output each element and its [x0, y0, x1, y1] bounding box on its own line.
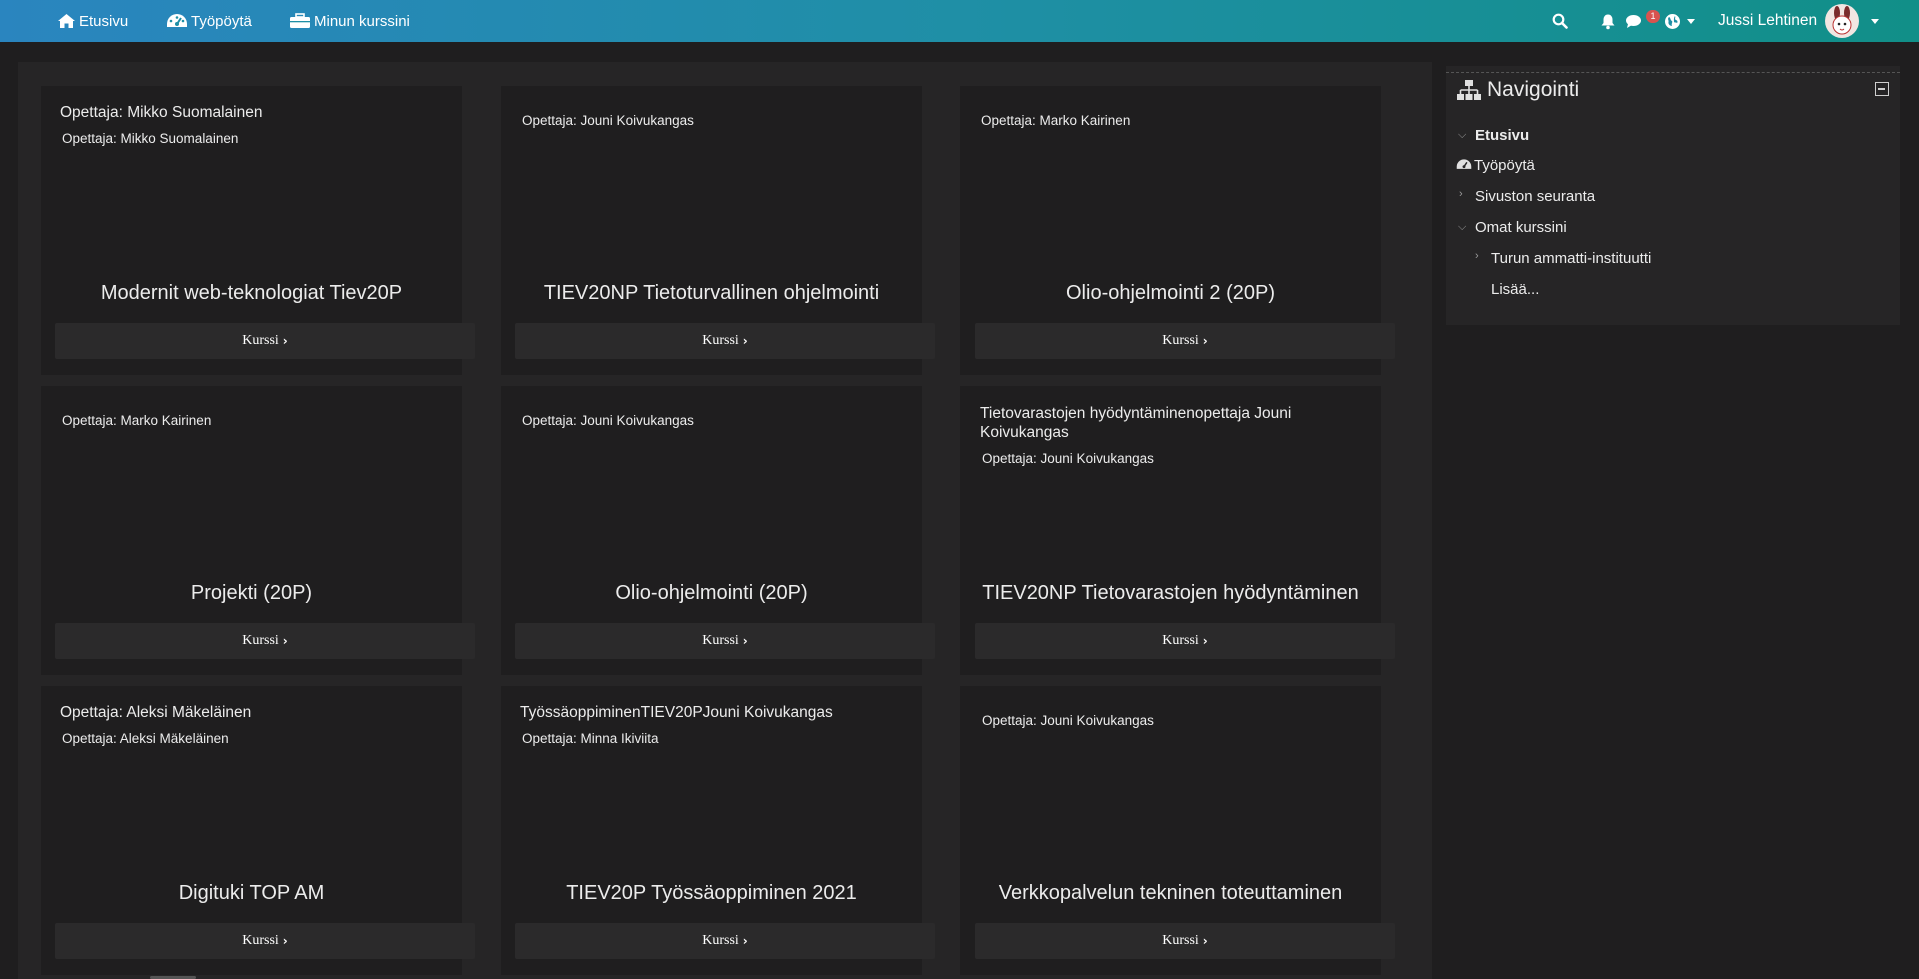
course-card: Tietovarastojen hyödyntäminenopettaja Jo…	[960, 386, 1395, 675]
course-card: Opettaja: Marko Kairinen Olio-ohjelmoint…	[960, 86, 1395, 375]
chevron-right-icon: ›	[1202, 334, 1208, 348]
notifications-button[interactable]	[1600, 0, 1616, 42]
bell-icon	[1601, 14, 1615, 29]
course-button-label: Kurssi	[702, 333, 739, 348]
chevron-down-icon: ⌵	[1458, 221, 1467, 233]
course-card: Opettaja: Jouni Koivukangas Verkkopalvel…	[960, 686, 1395, 975]
course-button-label: Kurssi	[242, 633, 279, 648]
nav-tree-item-dashboard[interactable]: Työpöytä	[1474, 157, 1535, 174]
user-menu[interactable]: Jussi Lehtinen	[1718, 0, 1880, 42]
course-button-label: Kurssi	[1162, 333, 1199, 348]
course-title[interactable]: Olio-ohjelmointi (20P)	[501, 582, 922, 605]
course-teacher: Opettaja: Jouni Koivukangas	[522, 413, 694, 428]
course-button[interactable]: Kurssi ›	[55, 323, 475, 359]
course-teacher: Opettaja: Marko Kairinen	[62, 413, 212, 428]
course-button-label: Kurssi	[702, 633, 739, 648]
course-button-label: Kurssi	[242, 333, 279, 348]
home-icon	[58, 14, 75, 28]
course-title[interactable]: Projekti (20P)	[41, 582, 462, 605]
chevron-right-icon: ›	[742, 934, 748, 948]
user-name: Jussi Lehtinen	[1718, 12, 1818, 29]
dashboard-icon	[1456, 159, 1472, 169]
course-button[interactable]: Kurssi ›	[975, 923, 1395, 959]
block-divider	[1446, 72, 1900, 73]
chevron-right-icon: ›	[282, 634, 288, 648]
course-card: Opettaja: Jouni Koivukangas TIEV20NP Tie…	[501, 86, 935, 375]
search-icon	[1552, 13, 1568, 29]
course-summary: TyössäoppiminenTIEV20PJouni Koivukangas	[520, 704, 833, 721]
nav-tree-item-home[interactable]: Etusivu	[1475, 127, 1529, 144]
course-button[interactable]: Kurssi ›	[515, 623, 935, 659]
language-menu[interactable]	[1664, 0, 1695, 42]
course-button-label: Kurssi	[1162, 933, 1199, 948]
nav-my-courses-link[interactable]: Minun kurssini	[289, 0, 410, 42]
course-button[interactable]: Kurssi ›	[975, 623, 1395, 659]
course-title[interactable]: TIEV20P Työssäoppiminen 2021	[501, 882, 922, 905]
course-title[interactable]: TIEV20NP Tietoturvallinen ohjelmointi	[501, 282, 922, 305]
navigation-block: Navigointi ⌵ Etusivu Työpöytä › Sivuston…	[1446, 66, 1900, 325]
dashboard-icon	[167, 14, 187, 27]
course-button[interactable]: Kurssi ›	[515, 323, 935, 359]
course-teacher: Opettaja: Aleksi Mäkeläinen	[62, 731, 229, 746]
nav-tree-item-site-tracking[interactable]: Sivuston seuranta	[1475, 188, 1595, 205]
navigation-block-title: Navigointi	[1487, 78, 1580, 101]
nav-dashboard-link[interactable]: Työpöytä	[166, 0, 252, 42]
nav-tree-item-more[interactable]: Lisää...	[1491, 281, 1539, 298]
message-count-badge: 1	[1646, 10, 1660, 23]
course-card: Opettaja: Mikko Suomalainen Opettaja: Mi…	[41, 86, 475, 375]
course-card: Opettaja: Jouni Koivukangas Olio-ohjelmo…	[501, 386, 935, 675]
course-button[interactable]: Kurssi ›	[515, 923, 935, 959]
chat-icon	[1626, 14, 1641, 28]
briefcase-icon	[290, 13, 310, 28]
messages-button[interactable]	[1625, 0, 1642, 42]
course-button[interactable]: Kurssi ›	[55, 923, 475, 959]
nav-dashboard-label: Työpöytä	[191, 12, 252, 30]
chevron-right-icon: ›	[282, 334, 288, 348]
chevron-right-icon: ›	[1475, 250, 1479, 262]
course-teacher: Opettaja: Marko Kairinen	[981, 113, 1131, 128]
sitemap-icon	[1457, 80, 1481, 100]
course-title[interactable]: TIEV20NP Tietovarastojen hyödyntäminen	[960, 582, 1381, 605]
course-title[interactable]: Verkkopalvelun tekninen toteuttaminen	[960, 882, 1381, 905]
course-teacher: Opettaja: Jouni Koivukangas	[522, 113, 694, 128]
nav-tree-item-my-courses[interactable]: Omat kurssini	[1475, 219, 1567, 236]
collapse-block-button[interactable]	[1875, 82, 1889, 96]
course-teacher: Opettaja: Jouni Koivukangas	[982, 713, 1154, 728]
chevron-right-icon: ›	[1459, 188, 1463, 200]
course-button[interactable]: Kurssi ›	[55, 623, 475, 659]
chevron-down-icon: ⌵	[1458, 129, 1467, 141]
course-title[interactable]: Modernit web-teknologiat Tiev20P	[41, 282, 462, 305]
chevron-right-icon: ›	[742, 334, 748, 348]
chevron-right-icon: ›	[282, 934, 288, 948]
course-teacher: Opettaja: Minna Ikiviita	[522, 731, 659, 746]
course-button-label: Kurssi	[1162, 633, 1199, 648]
course-button[interactable]: Kurssi ›	[975, 323, 1395, 359]
nav-home-label: Etusivu	[79, 12, 129, 30]
course-teacher: Opettaja: Mikko Suomalainen	[62, 131, 239, 146]
top-navbar: Etusivu Työpöytä Minun kurssini 1 Jussi …	[0, 0, 1919, 42]
globe-icon	[1665, 13, 1680, 29]
course-card: Opettaja: Marko Kairinen Projekti (20P) …	[41, 386, 475, 675]
course-teacher: Opettaja: Jouni Koivukangas	[982, 451, 1154, 466]
course-summary: Opettaja: Aleksi Mäkeläinen	[60, 704, 252, 721]
course-card: Opettaja: Aleksi Mäkeläinen Opettaja: Al…	[41, 686, 475, 975]
language-caret-icon	[1687, 18, 1695, 24]
course-card: TyössäoppiminenTIEV20PJouni Koivukangas …	[501, 686, 935, 975]
nav-my-courses-label: Minun kurssini	[314, 12, 410, 30]
nav-tree-item-turku-institute[interactable]: Turun ammatti-instituutti	[1491, 250, 1651, 267]
chevron-right-icon: ›	[742, 634, 748, 648]
course-summary: Opettaja: Mikko Suomalainen	[60, 104, 263, 121]
course-title[interactable]: Olio-ohjelmointi 2 (20P)	[960, 282, 1381, 305]
course-button-label: Kurssi	[242, 933, 279, 948]
course-button-label: Kurssi	[702, 933, 739, 948]
chevron-right-icon: ›	[1202, 934, 1208, 948]
course-summary: Tietovarastojen hyödyntäminenopettaja Jo…	[980, 405, 1292, 441]
chevron-right-icon: ›	[1202, 634, 1208, 648]
user-menu-caret-icon	[1871, 18, 1880, 24]
avatar	[1825, 4, 1860, 38]
search-button[interactable]	[1552, 0, 1568, 42]
course-title[interactable]: Digituki TOP AM	[41, 882, 462, 905]
nav-home-link[interactable]: Etusivu	[57, 0, 128, 42]
